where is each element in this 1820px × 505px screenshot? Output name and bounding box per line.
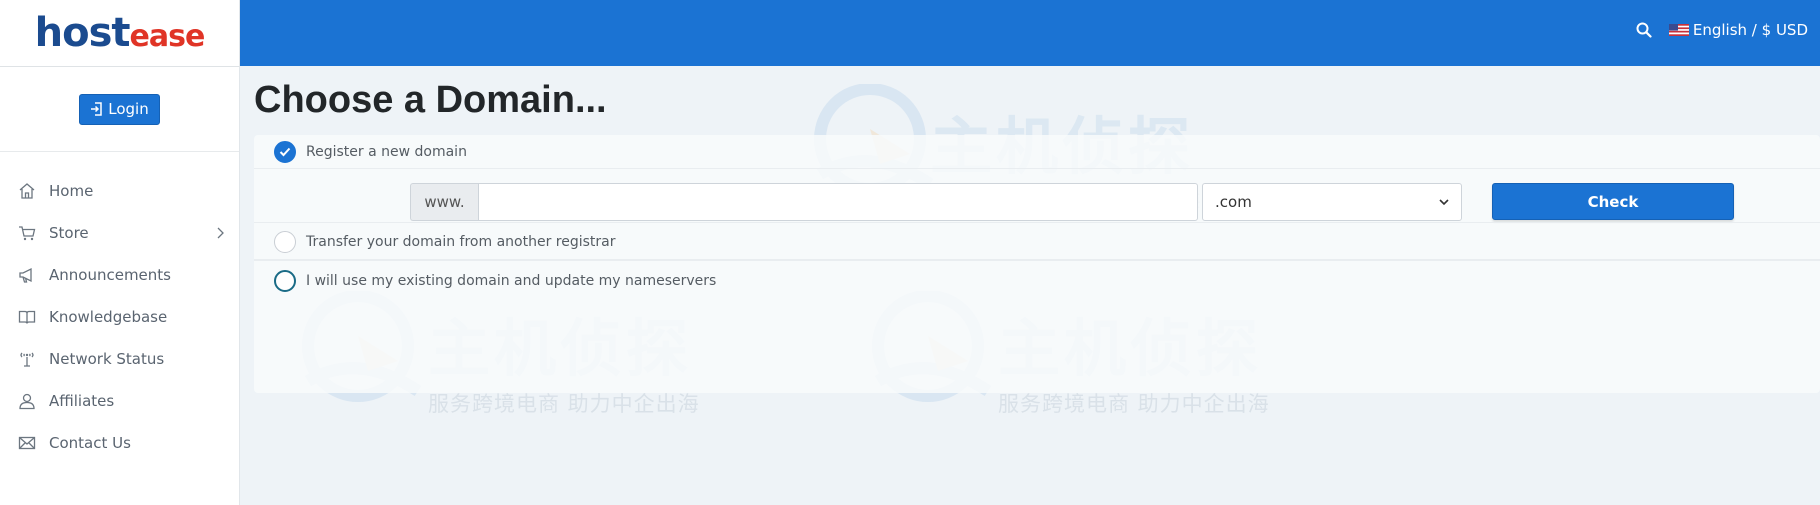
header-actions: English / $ USD (1635, 21, 1808, 39)
tld-selected-value: .com (1215, 193, 1252, 211)
search-icon[interactable] (1635, 21, 1653, 39)
antenna-icon (17, 349, 37, 369)
sign-in-icon (91, 102, 103, 116)
sidebar-item-label: Knowledgebase (49, 308, 168, 326)
option-register-row[interactable]: Register a new domain (254, 135, 1820, 169)
language-currency-selector[interactable]: English / $ USD (1668, 21, 1808, 39)
top-header: English / $ USD (240, 0, 1820, 66)
cart-icon (17, 223, 37, 243)
main-content: 主机侦探 服务跨境电商 助力中企出海 主机侦探 服务跨境电商 助力中企出海 主机… (240, 66, 1820, 505)
language-currency-label: English / $ USD (1692, 21, 1808, 39)
tld-select[interactable]: .com (1202, 183, 1462, 221)
chevron-down-icon (1439, 199, 1449, 206)
option-transfer-row[interactable]: Transfer your domain from another regist… (254, 223, 1820, 261)
sidebar-item-contact-us[interactable]: Contact Us (0, 422, 239, 464)
login-label: Login (108, 100, 149, 118)
transfer-radio[interactable] (274, 230, 296, 253)
option-existing-row[interactable]: I will use my existing domain and update… (254, 261, 1820, 301)
sidebar-item-affiliates[interactable]: Affiliates (0, 380, 239, 422)
domain-options-panel: Register a new domain www. .com Check Tr… (254, 135, 1820, 393)
login-button[interactable]: Login (79, 93, 160, 125)
sidebar-item-label: Affiliates (49, 392, 115, 410)
transfer-label: Transfer your domain from another regist… (306, 233, 616, 250)
existing-domain-radio[interactable] (274, 270, 296, 292)
register-radio[interactable] (274, 140, 296, 163)
book-icon (17, 307, 37, 327)
sidebar-item-home[interactable]: Home (0, 170, 239, 212)
us-flag-icon (1668, 24, 1689, 36)
sidebar-item-announcements[interactable]: Announcements (0, 254, 239, 296)
envelope-icon (17, 433, 37, 453)
login-area: Login (0, 67, 239, 152)
home-icon (17, 181, 37, 201)
sidebar-item-knowledgebase[interactable]: Knowledgebase (0, 296, 239, 338)
page-title: Choose a Domain... (254, 79, 607, 121)
www-prefix: www. (410, 183, 478, 221)
sidebar-item-label: Store (49, 224, 89, 242)
sidebar-item-store[interactable]: Store (0, 212, 239, 254)
existing-domain-label: I will use my existing domain and update… (306, 273, 717, 289)
sidebar-item-label: Home (49, 182, 94, 200)
register-label: Register a new domain (306, 143, 467, 160)
check-icon (279, 147, 291, 156)
sidebar-item-network-status[interactable]: Network Status (0, 338, 239, 380)
logo-area: hostease (0, 0, 239, 67)
check-button[interactable]: Check (1492, 183, 1734, 220)
sidebar: hostease Login Home Store Announcements … (0, 0, 240, 505)
hostease-logo[interactable]: hostease (35, 13, 206, 53)
domain-input[interactable] (478, 183, 1198, 221)
sidebar-item-label: Announcements (49, 266, 171, 284)
megaphone-icon (17, 265, 37, 285)
sidebar-nav: Home Store Announcements Knowledgebase N… (0, 152, 239, 464)
chevron-right-icon (217, 227, 224, 239)
domain-search-row: www. .com (410, 183, 1462, 221)
user-icon (17, 391, 37, 411)
sidebar-item-label: Network Status (49, 350, 165, 368)
sidebar-item-label: Contact Us (49, 434, 131, 452)
